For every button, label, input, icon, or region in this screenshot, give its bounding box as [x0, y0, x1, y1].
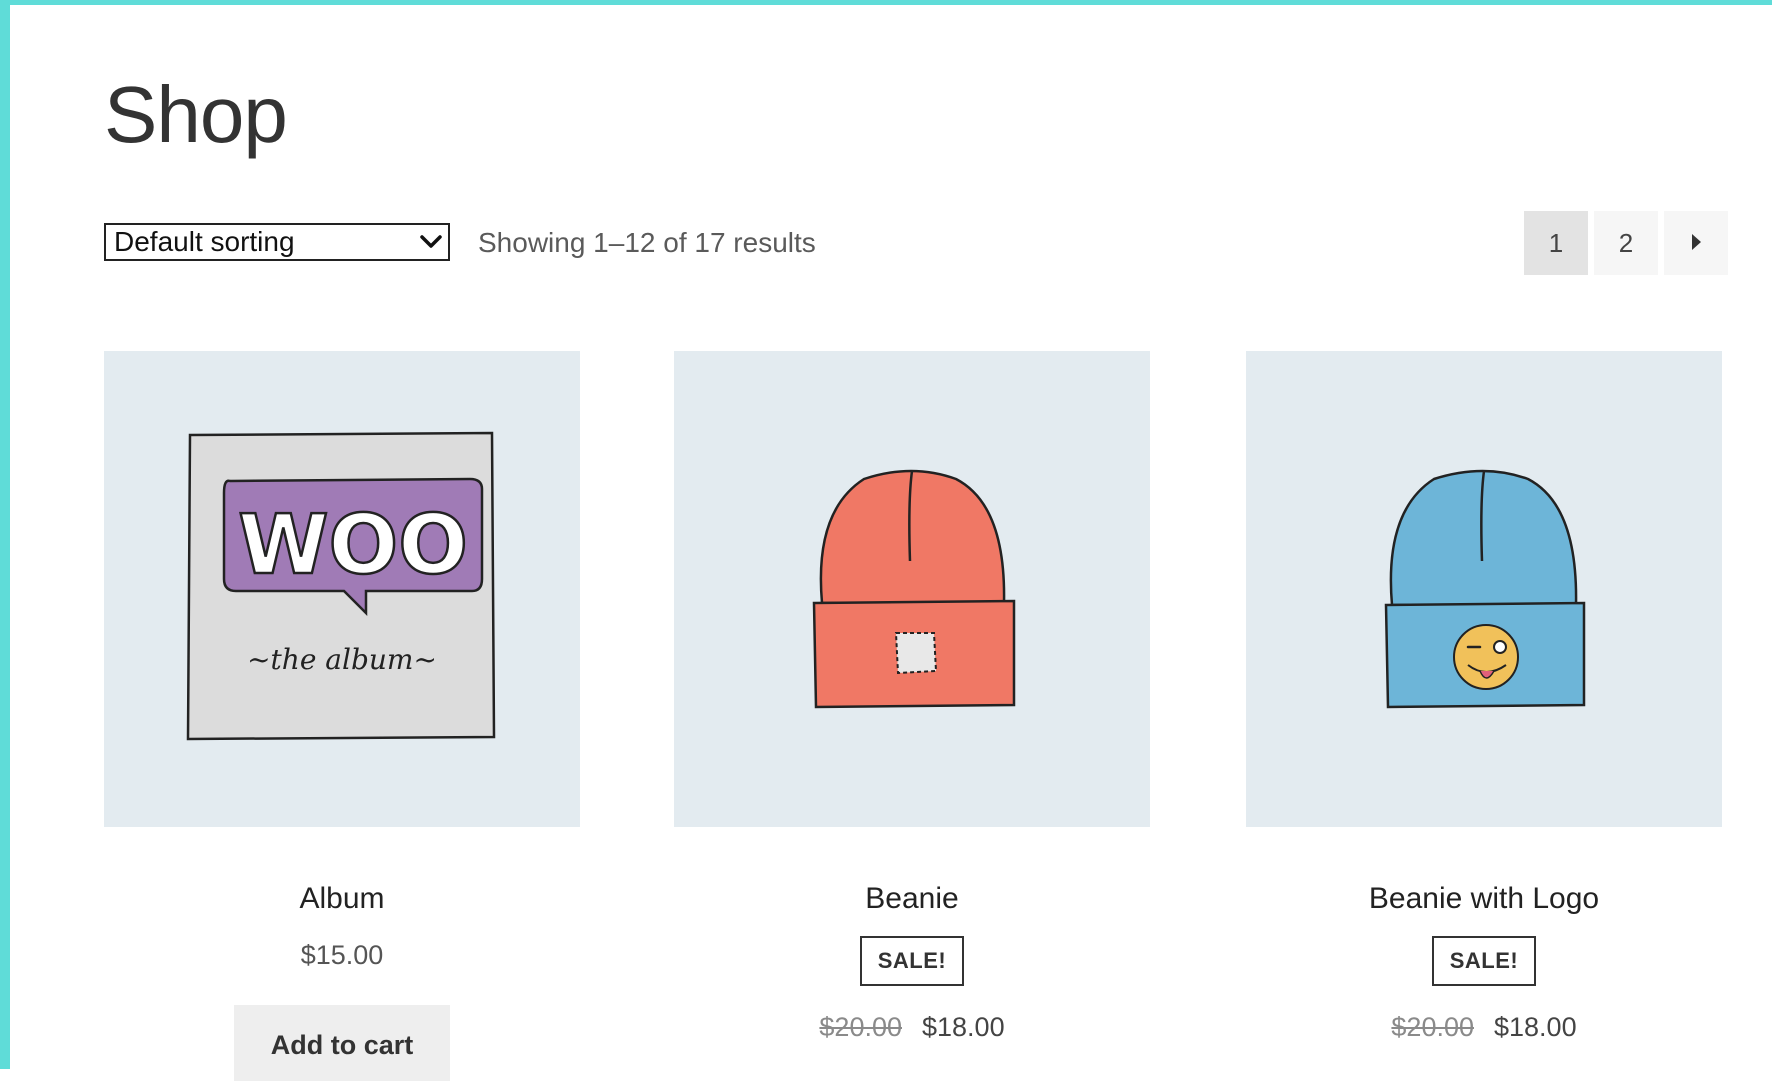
product-image-link[interactable] [674, 351, 1150, 827]
sale-price: $18.00 [1494, 1012, 1577, 1042]
original-price: $20.00 [1391, 1012, 1474, 1042]
page-1-current: 1 [1524, 211, 1588, 275]
sale-badge: SALE! [1431, 936, 1537, 986]
product-card-beanie: Beanie SALE! $20.00 $18.00 [674, 351, 1150, 1043]
sale-badge: SALE! [859, 936, 965, 986]
caret-right-icon [1689, 228, 1703, 259]
product-image-link[interactable]: WOO ~the album~ [104, 351, 580, 827]
sort-select[interactable]: Default sorting [104, 223, 450, 261]
sale-price: $18.00 [922, 1012, 1005, 1042]
product-title[interactable]: Album [104, 879, 580, 918]
chevron-down-icon [414, 235, 448, 249]
product-image-link[interactable] [1246, 351, 1722, 827]
blue-beanie-logo-icon [1384, 469, 1586, 709]
result-count: Showing 1–12 of 17 results [478, 227, 816, 258]
page-frame: Shop Default sorting Showing 1–12 of 17 … [0, 0, 1772, 1081]
product-price: $15.00 [300, 940, 384, 970]
product-price: $20.00 $18.00 [1246, 1012, 1722, 1043]
orange-beanie-icon [812, 469, 1016, 709]
product-card-album: WOO ~the album~ Album $15.00 Add to cart [104, 351, 580, 1081]
svg-text:WOO: WOO [238, 498, 468, 593]
add-to-cart-button[interactable]: Add to cart [234, 1005, 450, 1081]
product-price: $20.00 $18.00 [674, 1012, 1150, 1043]
svg-text:~the album~: ~the album~ [247, 643, 437, 676]
product-title[interactable]: Beanie [674, 879, 1150, 918]
product-card-beanie-with-logo: Beanie with Logo SALE! $20.00 $18.00 [1246, 351, 1722, 1043]
next-page-button[interactable] [1664, 211, 1728, 275]
product-title[interactable]: Beanie with Logo [1246, 879, 1722, 918]
original-price: $20.00 [819, 1012, 902, 1042]
page-title: Shop [104, 70, 288, 159]
pagination: 1 2 [1524, 211, 1728, 275]
sort-select-value: Default sorting [114, 226, 295, 257]
album-cover-icon: WOO ~the album~ [186, 431, 496, 741]
page-2-link[interactable]: 2 [1594, 211, 1658, 275]
